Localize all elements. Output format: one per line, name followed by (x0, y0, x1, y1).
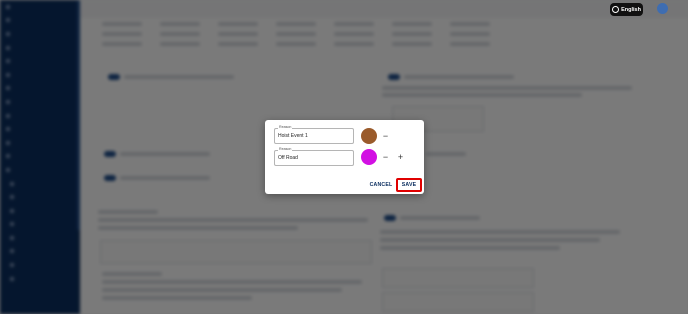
reason-field-1-label: Reason (278, 125, 293, 130)
cancel-button[interactable]: CANCEL (368, 179, 394, 191)
globe-icon (612, 6, 620, 13)
reason-field-1[interactable]: Reason Hoist Event 1 (274, 125, 354, 144)
add-reason-icon[interactable]: + (397, 153, 404, 162)
reason-field-2-value: Off Road (278, 155, 298, 161)
remove-reason-1-icon[interactable]: − (382, 132, 389, 141)
remove-reason-2-icon[interactable]: − (382, 153, 389, 162)
language-button[interactable]: English (610, 3, 643, 16)
avatar[interactable] (657, 3, 668, 14)
reason-field-1-value: Hoist Event 1 (278, 133, 308, 139)
reason-field-2[interactable]: Reason Off Road (274, 147, 354, 166)
language-label: English (621, 6, 641, 13)
reason-color-dialog: Reason Hoist Event 1 − Reason Off Road −… (265, 120, 424, 194)
color-swatch-1[interactable] (361, 128, 377, 144)
color-swatch-2[interactable] (361, 149, 377, 165)
save-button[interactable]: SAVE (396, 178, 422, 192)
reason-field-2-label: Reason (278, 147, 293, 152)
